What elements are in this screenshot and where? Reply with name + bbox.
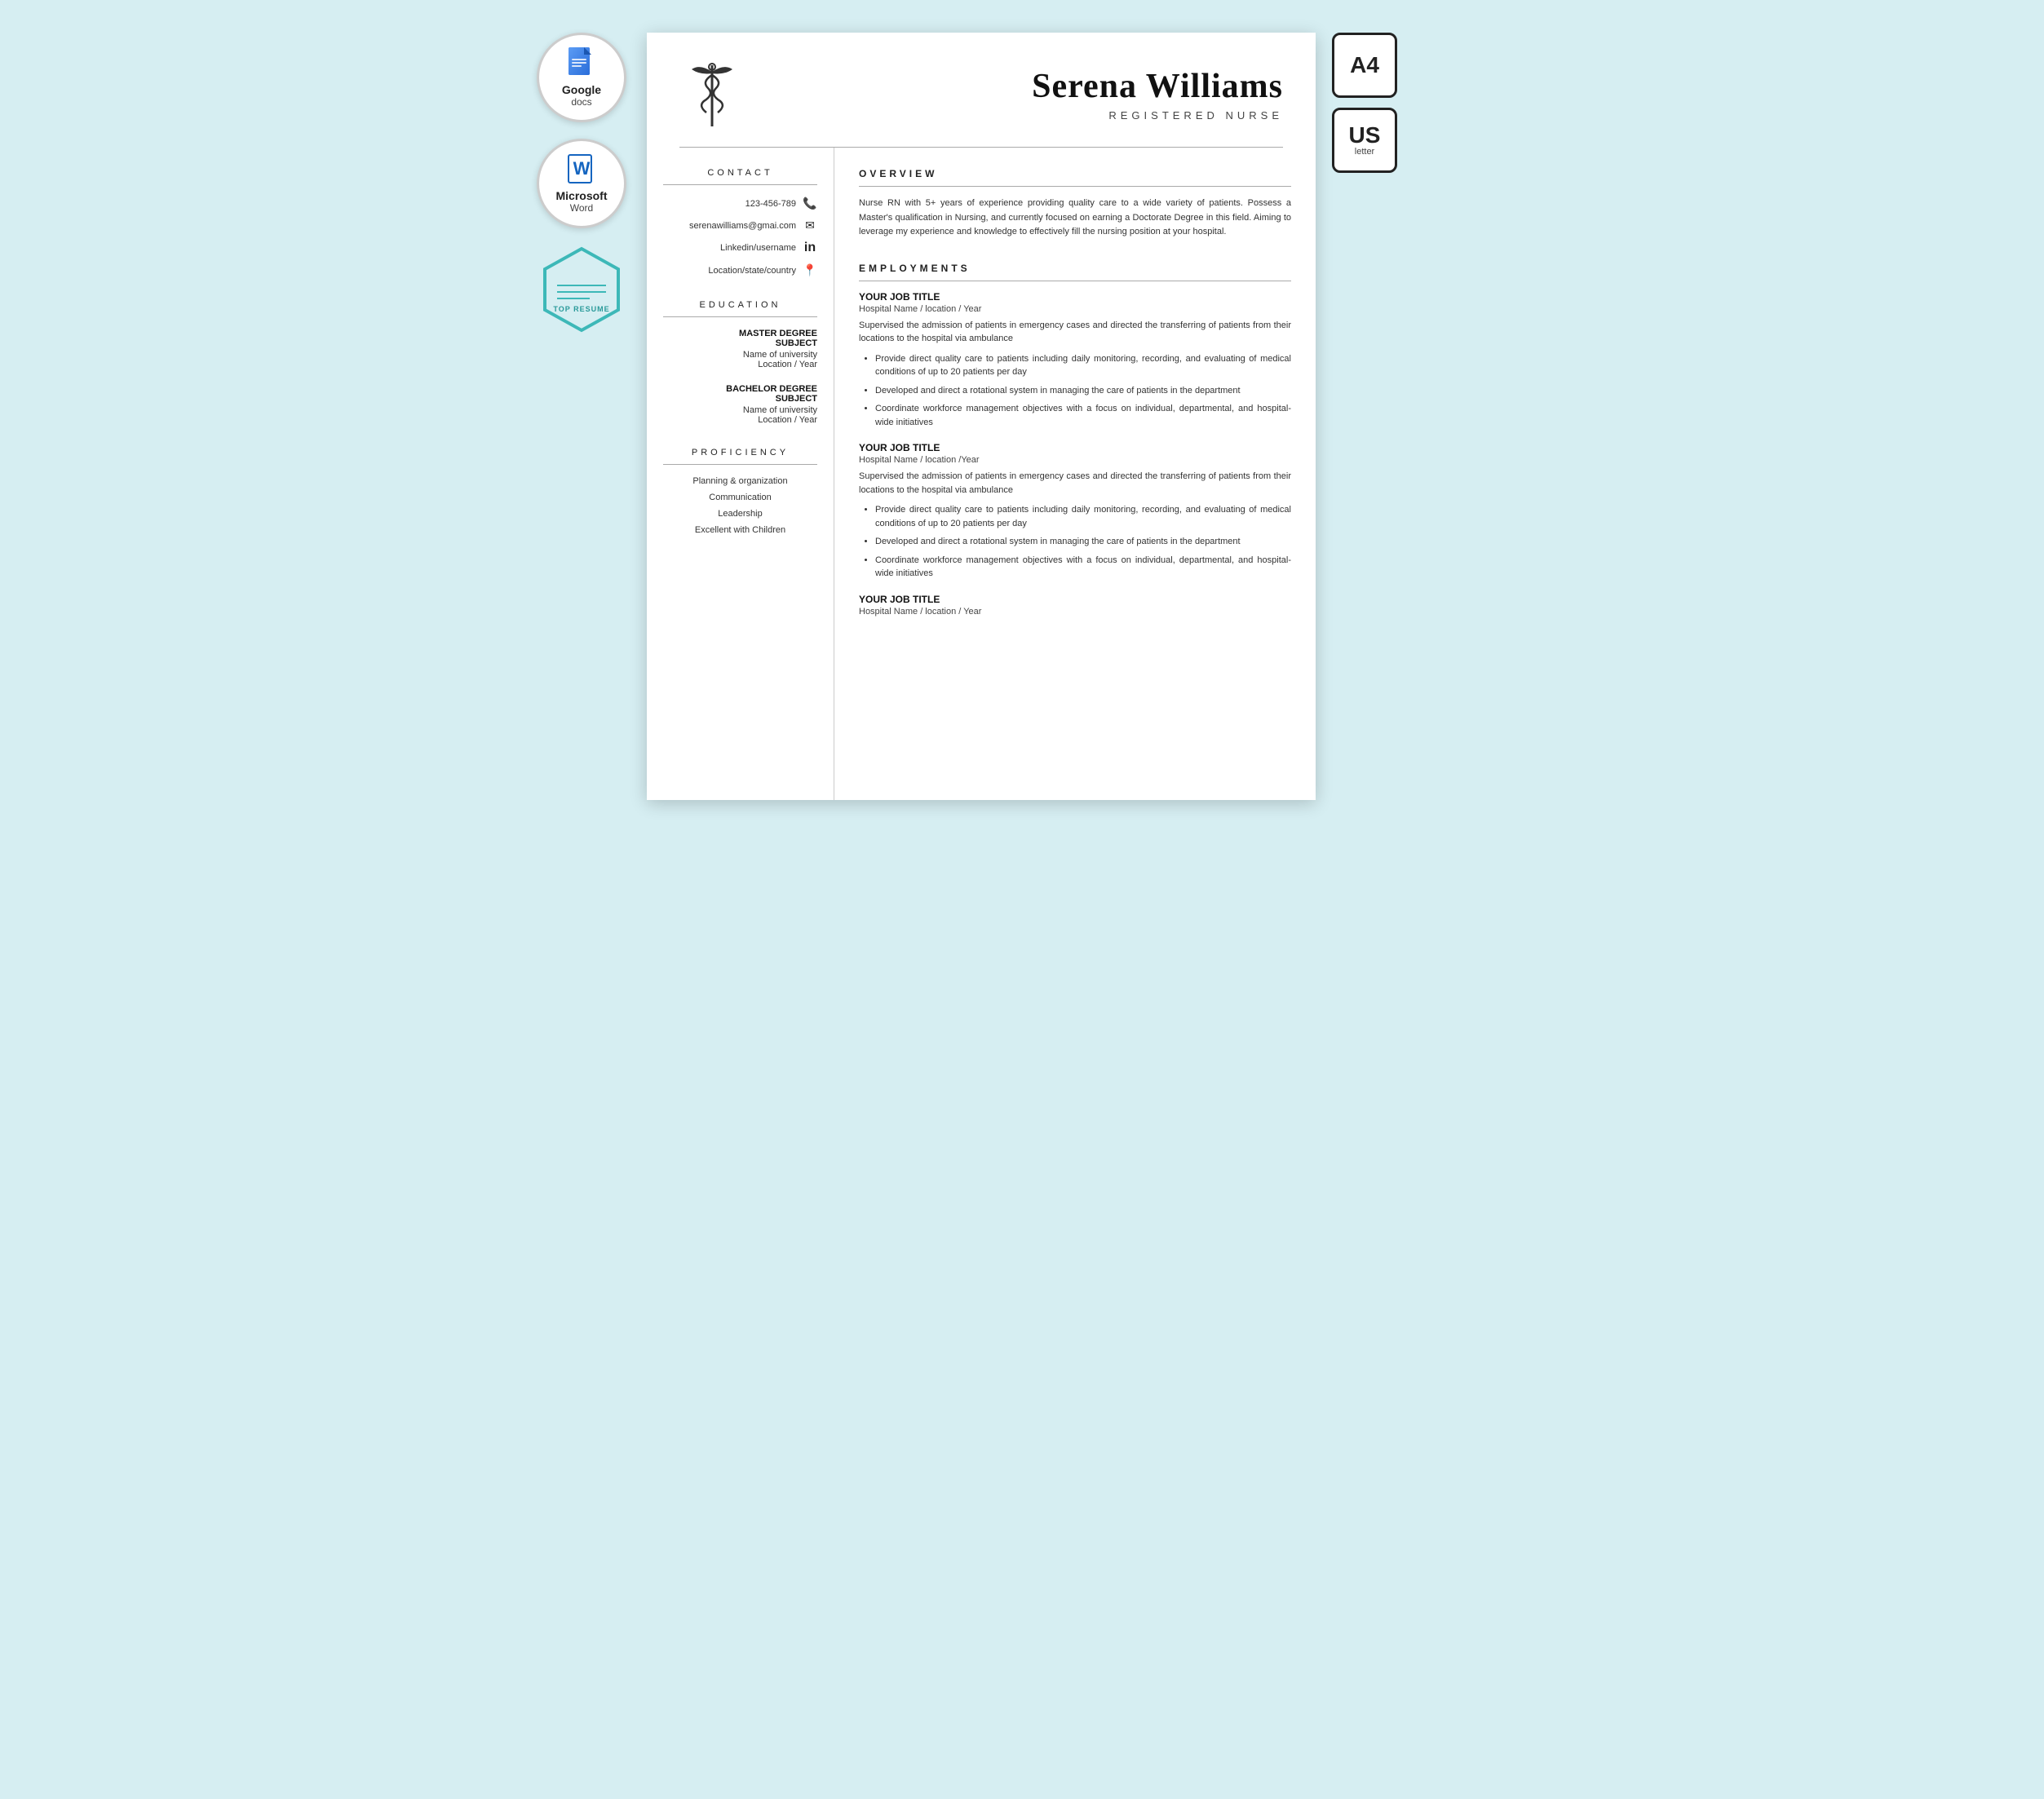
- proficiency-item-2: Communication: [663, 493, 817, 502]
- phone-item: 123-456-789 📞: [663, 197, 817, 210]
- phone-icon: 📞: [803, 197, 817, 210]
- us-letter-badge: US letter: [1332, 108, 1397, 173]
- job-title-1: YOUR JOB TITLE: [859, 291, 1291, 303]
- email-icon: ✉: [803, 219, 817, 232]
- resume-title: REGISTERED NURSE: [761, 109, 1283, 122]
- job-bullet-1-2: Developed and direct a rotational system…: [875, 384, 1291, 398]
- location-item: Location/state/country 📍: [663, 263, 817, 277]
- microsoft-word-label: Microsoft: [556, 189, 608, 203]
- linkedin-item: Linkedin/username in: [663, 241, 817, 255]
- proficiency-section-title: PROFICIENCY: [663, 448, 817, 457]
- overview-divider: [859, 186, 1291, 187]
- employment-section-title: EMPLOYMENTS: [859, 263, 1291, 274]
- proficiency-item-3: Leadership: [663, 509, 817, 519]
- job-description-1: Supervised the admission of patients in …: [859, 319, 1291, 346]
- google-docs-label: Google: [562, 83, 601, 97]
- job-bullet-2-3: Coordinate workforce management objectiv…: [875, 554, 1291, 581]
- microsoft-word-sublabel: Word: [570, 202, 593, 214]
- top-resume-hexagon: TOP RESUME: [537, 245, 626, 334]
- job-bullets-2: Provide direct quality care to patients …: [859, 503, 1291, 581]
- education-item-1: MASTER DEGREE SUBJECT Name of university…: [663, 329, 817, 369]
- a4-label: A4: [1350, 54, 1379, 77]
- proficiency-item-4: Excellent with Children: [663, 525, 817, 535]
- job-location-1: Hospital Name / location / Year: [859, 304, 1291, 314]
- proficiency-item-1: Planning & organization: [663, 476, 817, 486]
- job-title-2: YOUR JOB TITLE: [859, 442, 1291, 453]
- svg-text:TOP RESUME: TOP RESUME: [553, 305, 609, 313]
- overview-section-title: OVERVIEW: [859, 168, 1291, 179]
- job-location-3: Hospital Name / location / Year: [859, 607, 1291, 617]
- contact-section: CONTACT 123-456-789 📞 serenawilliams@gma…: [663, 168, 817, 277]
- proficiency-section: PROFICIENCY Planning & organization Comm…: [663, 448, 817, 535]
- resume-header: Serena Williams REGISTERED NURSE: [647, 33, 1316, 147]
- linkedin-text: Linkedin/username: [720, 243, 796, 253]
- education-section-title: EDUCATION: [663, 300, 817, 310]
- edu-subject-1: SUBJECT: [663, 338, 817, 348]
- edu-subject-2: SUBJECT: [663, 394, 817, 404]
- job-title-3: YOUR JOB TITLE: [859, 594, 1291, 605]
- overview-section: OVERVIEW Nurse RN with 5+ years of exper…: [859, 168, 1291, 240]
- google-docs-sublabel: docs: [571, 96, 591, 108]
- resume-document: Serena Williams REGISTERED NURSE CONTACT…: [647, 33, 1316, 800]
- us-label: US: [1349, 124, 1381, 147]
- education-divider: [663, 316, 817, 317]
- edu-location-2: Location / Year: [663, 415, 817, 425]
- education-item-2: BACHELOR DEGREE SUBJECT Name of universi…: [663, 384, 817, 425]
- job-item-2: YOUR JOB TITLE Hospital Name / location …: [859, 442, 1291, 581]
- job-bullet-2-1: Provide direct quality care to patients …: [875, 503, 1291, 530]
- top-resume-badge: TOP RESUME: [537, 245, 626, 334]
- location-icon: 📍: [803, 263, 817, 277]
- education-section: EDUCATION MASTER DEGREE SUBJECT Name of …: [663, 300, 817, 425]
- google-docs-badge: Google docs: [537, 33, 626, 122]
- overview-text: Nurse RN with 5+ years of experience pro…: [859, 197, 1291, 240]
- email-text: serenawilliams@gmai.com: [689, 221, 796, 231]
- contact-divider: [663, 184, 817, 185]
- employment-section: EMPLOYMENTS YOUR JOB TITLE Hospital Name…: [859, 263, 1291, 617]
- job-bullet-1-1: Provide direct quality care to patients …: [875, 352, 1291, 379]
- edu-location-1: Location / Year: [663, 360, 817, 369]
- left-badges-column: Google docs W Microsoft Word TOP RESUME: [533, 33, 630, 334]
- location-text: Location/state/country: [708, 266, 796, 276]
- job-location-2: Hospital Name / location /Year: [859, 455, 1291, 465]
- resume-sidebar: CONTACT 123-456-789 📞 serenawilliams@gma…: [647, 148, 834, 800]
- edu-degree-1: MASTER DEGREE: [663, 329, 817, 338]
- job-description-2: Supervised the admission of patients in …: [859, 470, 1291, 497]
- edu-university-1: Name of university: [663, 350, 817, 360]
- job-item-3: YOUR JOB TITLE Hospital Name / location …: [859, 594, 1291, 617]
- page-wrapper: Google docs W Microsoft Word TOP RESUME: [533, 33, 1511, 800]
- main-content: OVERVIEW Nurse RN with 5+ years of exper…: [834, 148, 1316, 800]
- job-bullets-1: Provide direct quality care to patients …: [859, 352, 1291, 430]
- linkedin-icon: in: [803, 241, 817, 255]
- caduceus-icon: [679, 57, 745, 130]
- right-badges-column: A4 US letter: [1332, 33, 1405, 173]
- edu-university-2: Name of university: [663, 405, 817, 415]
- email-item: serenawilliams@gmai.com ✉: [663, 219, 817, 232]
- word-icon: W: [567, 153, 596, 189]
- edu-degree-2: BACHELOR DEGREE: [663, 384, 817, 394]
- phone-text: 123-456-789: [745, 199, 796, 209]
- job-bullet-2-2: Developed and direct a rotational system…: [875, 535, 1291, 549]
- resume-body: CONTACT 123-456-789 📞 serenawilliams@gma…: [647, 148, 1316, 800]
- contact-section-title: CONTACT: [663, 168, 817, 178]
- job-bullet-1-3: Coordinate workforce management objectiv…: [875, 402, 1291, 429]
- a4-badge: A4: [1332, 33, 1397, 98]
- microsoft-word-badge: W Microsoft Word: [537, 139, 626, 228]
- resume-name: Serena Williams: [761, 67, 1283, 106]
- svg-text:W: W: [573, 158, 591, 179]
- proficiency-divider: [663, 464, 817, 465]
- header-name-section: Serena Williams REGISTERED NURSE: [761, 67, 1283, 122]
- job-item-1: YOUR JOB TITLE Hospital Name / location …: [859, 291, 1291, 430]
- google-doc-icon: [567, 47, 596, 83]
- us-sublabel: letter: [1355, 147, 1374, 157]
